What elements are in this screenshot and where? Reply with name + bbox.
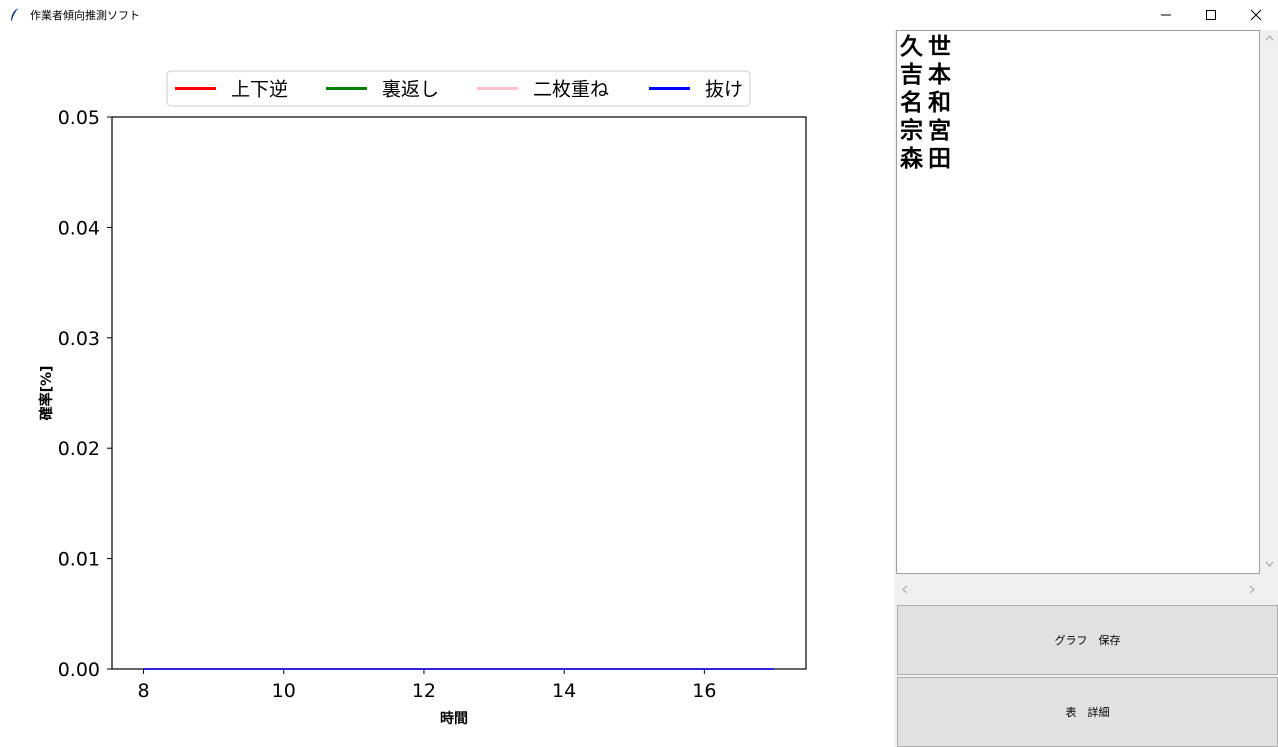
close-button[interactable] <box>1233 0 1278 30</box>
minimize-button[interactable] <box>1143 0 1189 30</box>
plot-canvas[interactable]: 0.00 0.01 0.02 0.03 0.04 0.05 8 10 12 14 16 時間 確率[%]… <box>0 30 894 747</box>
maximize-icon <box>1206 10 1216 20</box>
legend-label: 二枚重ね <box>533 79 609 101</box>
name-column-1: 久吉名宗森 <box>900 33 928 173</box>
title-bar[interactable]: 作業者傾向推測ソフト <box>0 0 1278 30</box>
legend-label: 抜け <box>705 79 743 101</box>
table-detail-button[interactable]: 表 詳細 <box>897 677 1278 747</box>
name-column-2: 世本和宮田 <box>928 33 956 173</box>
worker-name-panel[interactable]: 久吉名宗森 世本和宮田 <box>896 30 1260 574</box>
name-char-second: 田 <box>928 146 951 172</box>
x-axis-label: 時間 <box>440 710 468 727</box>
name-char-first: 吉 <box>900 62 923 88</box>
legend-label: 上下逆 <box>231 79 288 101</box>
maximize-button[interactable] <box>1188 0 1234 30</box>
name-char-second: 本 <box>928 62 951 88</box>
y-tick-label: 0.03 <box>58 328 100 350</box>
scroll-left-icon[interactable] <box>902 585 908 594</box>
name-char-second: 宮 <box>928 118 951 144</box>
x-tick-label: 8 <box>137 680 149 702</box>
name-char-first: 宗 <box>900 118 923 144</box>
y-tick-label: 0.00 <box>58 659 100 681</box>
name-char-first: 久 <box>900 34 923 60</box>
y-axis-label: 確率[%] <box>38 366 55 421</box>
x-tick-label: 16 <box>692 680 716 702</box>
y-tick-label: 0.05 <box>58 107 100 129</box>
window-title: 作業者傾向推測ソフト <box>30 9 140 22</box>
minimize-icon <box>1161 14 1171 16</box>
x-tick-label: 12 <box>412 680 436 702</box>
app-window: 作業者傾向推測ソフト 0.00 0.01 0.02 0.03 0.04 0.05 8 10 12… <box>0 0 1278 747</box>
close-icon <box>1250 9 1262 21</box>
scroll-right-icon[interactable] <box>1249 585 1255 594</box>
name-char-second: 世 <box>928 34 951 60</box>
name-char-first: 名 <box>900 90 923 116</box>
feather-icon <box>11 7 20 22</box>
legend-label: 裏返し <box>382 79 439 101</box>
x-tick-label: 14 <box>552 680 576 702</box>
plot-frame <box>111 116 807 670</box>
name-char-second: 和 <box>928 90 951 116</box>
scroll-down-icon[interactable] <box>1265 561 1274 567</box>
probability-chart: 0.00 0.01 0.02 0.03 0.04 0.05 8 10 12 14 16 時間 確率[%]… <box>38 70 807 727</box>
y-tick-label: 0.02 <box>58 438 100 460</box>
name-char-first: 森 <box>900 146 923 172</box>
graph-save-button[interactable]: グラフ 保存 <box>897 605 1278 675</box>
horizontal-scrollbar[interactable] <box>896 581 1260 598</box>
y-tick-label: 0.04 <box>58 217 100 239</box>
y-tick-label: 0.01 <box>58 549 100 571</box>
vertical-scrollbar[interactable] <box>1261 30 1278 574</box>
scroll-up-icon[interactable] <box>1265 35 1274 41</box>
x-tick-label: 10 <box>272 680 296 702</box>
